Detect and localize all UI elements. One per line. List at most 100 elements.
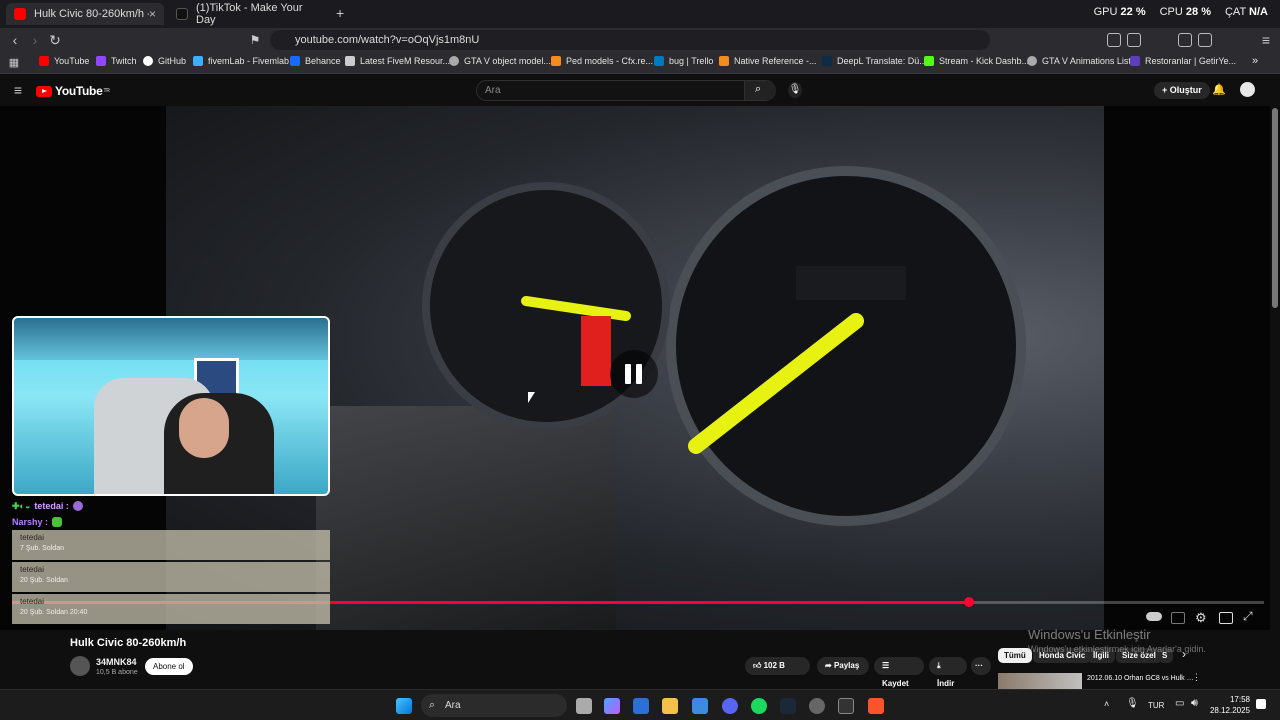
chip-all[interactable]: Tümü xyxy=(998,648,1032,663)
save-button[interactable]: ☰ Kaydet xyxy=(874,657,924,688)
app-icon[interactable] xyxy=(692,698,708,714)
tab-title: Hulk Civic 80-260km/h - YouT xyxy=(34,8,149,20)
chat-line: ✚◐◒ tetedai : xyxy=(12,498,330,514)
recommended-title[interactable]: 2012.06.10 Orhan GC8 vs Hulk Civic EK K2… xyxy=(1087,674,1197,685)
pause-icon[interactable] xyxy=(610,350,658,398)
reader-icon[interactable] xyxy=(1198,33,1212,47)
notifications-icon[interactable]: 🔔 xyxy=(1212,83,1226,96)
share-button[interactable]: ➦ Paylaş xyxy=(817,657,869,675)
notification-center-icon[interactable] xyxy=(1256,699,1266,709)
taskbar-search[interactable]: ⌕ Ara xyxy=(421,694,567,717)
reload-icon[interactable]: ↻ xyxy=(47,32,63,48)
bookmark-youtube[interactable]: YouTube xyxy=(39,56,89,66)
address-bar[interactable]: youtube.com/watch?v=oOqVjs1m8nU xyxy=(270,30,990,50)
file-explorer-icon[interactable] xyxy=(662,698,678,714)
new-tab-button[interactable]: + xyxy=(336,5,344,21)
forward-icon[interactable]: › xyxy=(27,32,43,48)
settings-gear-icon[interactable]: ⚙ xyxy=(1195,610,1207,626)
scrubber-handle[interactable] xyxy=(963,597,974,607)
windows-start-icon[interactable] xyxy=(396,698,412,714)
chat-user: tetedai xyxy=(20,597,45,606)
obs-icon[interactable] xyxy=(809,698,825,714)
more-actions-button[interactable]: ··· xyxy=(971,657,991,675)
chat-text: 7 Şub. Soldan xyxy=(20,545,64,552)
chat-line: Narshy : xyxy=(12,514,330,530)
tab-youtube[interactable]: Hulk Civic 80-260km/h - YouT × xyxy=(6,3,164,25)
copilot-icon[interactable] xyxy=(604,698,620,714)
page-scrollbar-thumb[interactable] xyxy=(1272,108,1278,308)
tab-tiktok[interactable]: (1)TikTok - Make Your Day xyxy=(168,2,328,26)
bookmark-deepl[interactable]: DeepL Translate: Dü... xyxy=(822,56,927,66)
cfx-icon xyxy=(551,56,561,66)
like-button[interactable]: 👍︎ 102 B xyxy=(745,657,810,675)
download-button[interactable]: ⤓ İndir xyxy=(929,657,967,688)
discord-icon[interactable] xyxy=(722,698,738,714)
subtitles-icon[interactable] xyxy=(1171,612,1185,624)
back-icon[interactable]: ‹ xyxy=(7,32,23,48)
emote-icon xyxy=(52,517,63,527)
bookmark-gta-object[interactable]: GTA V object model... xyxy=(449,56,551,66)
webcam-overlay xyxy=(12,316,330,496)
chat-user: tetedai : xyxy=(34,501,69,511)
channel-avatar[interactable] xyxy=(70,656,90,676)
autoplay-toggle[interactable] xyxy=(1146,612,1162,621)
bookmark-twitch[interactable]: Twitch xyxy=(96,56,137,66)
youtube-logo[interactable]: YouTube TR xyxy=(36,84,110,98)
search-button[interactable]: ⌕ xyxy=(744,81,776,100)
subscribe-button[interactable]: Abone ol xyxy=(145,658,193,675)
bookmark-fivem-resources[interactable]: Latest FiveM Resour... xyxy=(345,56,450,66)
bookmark-gta-animations[interactable]: GTA V Animations List xyxy=(1027,56,1131,66)
network-icon[interactable]: ▭ xyxy=(1175,698,1184,709)
microphone-icon[interactable]: 🎙 xyxy=(1126,698,1139,709)
close-tab-icon[interactable]: × xyxy=(149,7,156,21)
tiktok-favicon-icon xyxy=(176,8,188,20)
brave-icon[interactable] xyxy=(868,698,884,714)
terminal-icon[interactable] xyxy=(838,698,854,714)
hamburger-menu-icon[interactable]: ≡ xyxy=(10,82,26,98)
badge-icon: ✚◐◒ xyxy=(12,500,31,511)
avatar[interactable] xyxy=(1240,82,1255,97)
youtube-icon xyxy=(39,56,49,66)
task-view-icon[interactable] xyxy=(576,698,592,714)
url-text: youtube.com/watch?v=oOqVjs1m8nU xyxy=(295,34,480,46)
bookmark-behance[interactable]: Behance xyxy=(290,56,341,66)
channel-name[interactable]: 34MNK84 xyxy=(96,657,137,667)
bookmark-label: Ped models - Cfx.re... xyxy=(566,56,654,66)
bookmark-label: DeepL Translate: Dü... xyxy=(837,56,927,66)
bookmark-trello[interactable]: bug | Trello xyxy=(654,56,713,66)
search-input[interactable]: Ara xyxy=(476,80,776,101)
tray-chevron-icon[interactable]: ˄ xyxy=(1104,699,1109,709)
spotify-icon[interactable] xyxy=(751,698,767,714)
extensions-icon[interactable] xyxy=(1107,33,1121,47)
recommended-thumbnail[interactable] xyxy=(998,673,1082,689)
bookmark-kick[interactable]: Stream - Kick Dashb... xyxy=(924,56,1029,66)
fivemlab-icon xyxy=(193,56,203,66)
microphone-icon[interactable]: 🎙 xyxy=(788,82,802,98)
volume-icon[interactable]: 🔊︎ xyxy=(1191,697,1198,710)
bookmark-ped-models[interactable]: Ped models - Cfx.re... xyxy=(551,56,653,66)
bookmark-icon[interactable]: ⚑ xyxy=(247,32,263,48)
more-bookmarks-icon[interactable]: » xyxy=(1252,55,1258,67)
fullscreen-icon[interactable]: ⤢ xyxy=(1243,609,1253,624)
steam-icon[interactable] xyxy=(780,698,796,714)
bookmark-fivemlab[interactable]: fivemLab - Fivemlab xyxy=(193,56,289,66)
bookmark-github[interactable]: GitHub xyxy=(143,56,186,66)
sidebar-icon[interactable] xyxy=(1178,33,1192,47)
bookmark-native-reference[interactable]: Native Reference -... xyxy=(719,56,817,66)
recommended-menu-icon[interactable]: ⋮ xyxy=(1192,672,1201,683)
youtube-header: ≡ YouTube TR Ara ⌕ 🎙 + Oluştur 🔔 xyxy=(0,74,1280,106)
create-button[interactable]: + Oluştur xyxy=(1154,82,1210,99)
windows-taskbar: ⌕ Ara ˄ 🎙 TUR ▭ 🔊︎ 17:58 28.12.2025 xyxy=(0,689,1280,720)
bookmark-getir[interactable]: Restoranlar | GetirYe... xyxy=(1130,56,1236,66)
mouse-cursor-icon xyxy=(528,392,535,403)
save-icon: ☰ xyxy=(882,661,890,670)
bookmark-label: Native Reference -... xyxy=(734,56,817,66)
language-indicator[interactable]: TUR xyxy=(1148,701,1164,710)
apps-grid-icon[interactable]: ▦ xyxy=(6,55,22,71)
menu-icon[interactable]: ≡ xyxy=(1258,32,1274,48)
theater-mode-icon[interactable] xyxy=(1219,612,1233,624)
download-icon: ⤓ xyxy=(937,661,941,670)
wallet-icon[interactable] xyxy=(1127,33,1141,47)
store-icon[interactable] xyxy=(633,698,649,714)
deepl-icon xyxy=(822,56,832,66)
